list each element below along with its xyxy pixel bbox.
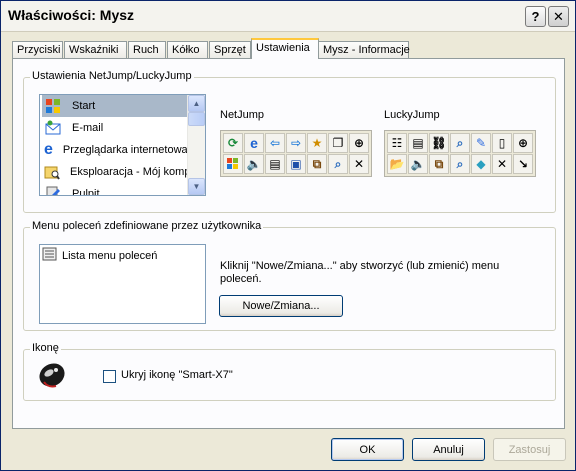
desktop-icon — [44, 185, 62, 195]
folder-open-icon[interactable]: 📂 — [387, 154, 407, 174]
list-item-desktop[interactable]: Pulpit — [42, 183, 187, 196]
scroll-thumb[interactable] — [188, 112, 205, 126]
new-change-button-label: Nowe/Zmiana... — [242, 300, 320, 312]
list-item-label: Lista menu poleceń — [62, 249, 158, 262]
icon-group-label: Ikonę — [30, 342, 61, 354]
luckyjump-label: LuckyJump — [384, 109, 440, 121]
close-button[interactable]: ✕ — [548, 6, 569, 27]
list-item-label: Start — [72, 100, 96, 112]
close-x-icon[interactable]: ✕ — [349, 154, 369, 174]
apply-button-label: Zastosuj — [508, 443, 551, 456]
search-icon[interactable]: ⌕ — [450, 154, 470, 174]
hide-icon-checkbox[interactable] — [103, 370, 116, 383]
list-item-start[interactable]: Start — [42, 95, 187, 117]
toolbar-icon[interactable]: ☷ — [387, 133, 407, 153]
apply-button[interactable]: Zastosuj — [493, 438, 566, 461]
arrow-left-icon[interactable]: ⇦ — [265, 133, 285, 153]
tab-panel-ustawienia: Ustawienia NetJump/LuckyJump Start E-mai… — [12, 58, 565, 429]
scroll-down-button[interactable]: ▼ — [188, 178, 205, 195]
mouse-properties-window: Właściwości: Mysz ? ✕ Przyciski Wskaźnik… — [0, 0, 576, 471]
link-icon[interactable]: ⛓ — [429, 133, 449, 153]
tab-mysz-informacje[interactable]: Mysz - Informacje — [318, 41, 410, 58]
document-icon[interactable]: ▤ — [265, 154, 285, 174]
tab-sprzet[interactable]: Sprzęt — [209, 41, 251, 58]
tab-kolko[interactable]: Kółko — [167, 41, 208, 58]
internet-explorer-icon: e — [44, 141, 53, 158]
netjump-icon-toolbar: ⟳ e ⇦ ⇨ ★ ❐ ⊕ 🔈 ▤ ▣ ⧉ ⌕ ✕ — [220, 130, 372, 177]
volume-icon[interactable]: 🔈 — [244, 154, 264, 174]
resize-arrow-icon[interactable]: ↘ — [513, 154, 533, 174]
windows-flag-icon — [44, 97, 62, 115]
list-item-label: E-mail — [72, 122, 104, 134]
menu-hint-text: Kliknij "Nowe/Zmiana..." aby stworzyć (l… — [220, 260, 500, 285]
list-item[interactable]: Lista menu poleceń — [42, 247, 157, 264]
command-menu-list[interactable]: Lista menu poleceń — [39, 244, 206, 324]
icon-group: Ikonę Ukryj ikonę "Smart-X7" — [23, 342, 556, 401]
tab-wskazniki[interactable]: Wskaźniki — [64, 41, 127, 58]
user-command-menu-label: Menu poleceń zdefiniowane przez użytkown… — [30, 220, 264, 232]
arrow-right-icon[interactable]: ⇨ — [286, 133, 306, 153]
list-item-label: Pulpit — [72, 188, 100, 196]
list-item-browser[interactable]: e Przeglądarka internetowa — [42, 139, 187, 161]
window-icon[interactable]: ▣ — [286, 154, 306, 174]
scroll-up-button[interactable]: ▲ — [188, 95, 205, 112]
jump-settings-label: Ustawienia NetJump/LuckyJump — [30, 70, 194, 82]
help-icon: ? — [531, 9, 540, 24]
volume-icon[interactable]: 🔈 — [408, 154, 428, 174]
new-change-button[interactable]: Nowe/Zmiana... — [219, 295, 343, 317]
jump-settings-group: Ustawienia NetJump/LuckyJump Start E-mai… — [23, 70, 556, 213]
tab-przyciski[interactable]: Przyciski — [12, 41, 63, 58]
crosshair-icon[interactable]: ⊕ — [349, 133, 369, 153]
window-title: Właściwości: Mysz — [8, 7, 135, 23]
title-bar: Właściwości: Mysz ? ✕ — [1, 1, 575, 32]
scroll-bar-icon[interactable]: ▯ — [492, 133, 512, 153]
list-item-label: Przeglądarka internetowa — [62, 144, 187, 156]
luckyjump-icon-toolbar: ☷ ▤ ⛓ ⌕ ✎ ▯ ⊕ 📂 🔈 ⧉ ⌕ ◆ ✕ ↘ — [384, 130, 536, 177]
edit-icon[interactable]: ✎ — [471, 133, 491, 153]
menu-list-icon — [42, 247, 58, 264]
close-x-icon[interactable]: ✕ — [492, 154, 512, 174]
cancel-button[interactable]: Anuluj — [412, 438, 485, 461]
search-icon[interactable]: ⌕ — [328, 154, 348, 174]
jump-action-list[interactable]: Start E-mail e Przeglądarka internetowa — [39, 94, 206, 196]
help-button[interactable]: ? — [525, 6, 546, 27]
cancel-button-label: Anuluj — [433, 443, 464, 456]
list-item-label: Eksploaracja - Mój kompu — [70, 166, 187, 178]
close-icon: ✕ — [553, 8, 564, 24]
eraser-icon[interactable]: ◆ — [471, 154, 491, 174]
smart-x7-mouse-icon — [36, 360, 70, 393]
hide-icon-checkbox-label[interactable]: Ukryj ikonę "Smart-X7" — [121, 369, 233, 381]
user-command-menu-group: Menu poleceń zdefiniowane przez użytkown… — [23, 220, 556, 331]
ok-button[interactable]: OK — [331, 438, 404, 461]
favorites-icon[interactable]: ★ — [307, 133, 327, 153]
list-scrollbar[interactable]: ▲ ▼ — [187, 95, 205, 195]
refresh-icon[interactable]: ⟳ — [223, 133, 243, 153]
ok-button-label: OK — [359, 443, 376, 456]
tab-ustawienia[interactable]: Ustawienia — [251, 38, 319, 59]
document-icon[interactable]: ▤ — [408, 133, 428, 153]
netjump-label: NetJump — [220, 109, 265, 121]
list-item-explorer[interactable]: Eksploaracja - Mój kompu — [42, 161, 187, 183]
email-icon — [44, 119, 62, 137]
windows-flag-icon[interactable] — [223, 154, 243, 174]
window-switch-icon[interactable]: ⧉ — [307, 154, 327, 174]
explorer-icon — [44, 163, 60, 181]
search-icon[interactable]: ⌕ — [450, 133, 470, 153]
crosshair-icon[interactable]: ⊕ — [513, 133, 533, 153]
copy-icon[interactable]: ❐ — [328, 133, 348, 153]
window-icon[interactable]: ⧉ — [429, 154, 449, 174]
ie-icon[interactable]: e — [244, 133, 264, 153]
tab-ruch[interactable]: Ruch — [128, 41, 166, 58]
list-item-email[interactable]: E-mail — [42, 117, 187, 139]
